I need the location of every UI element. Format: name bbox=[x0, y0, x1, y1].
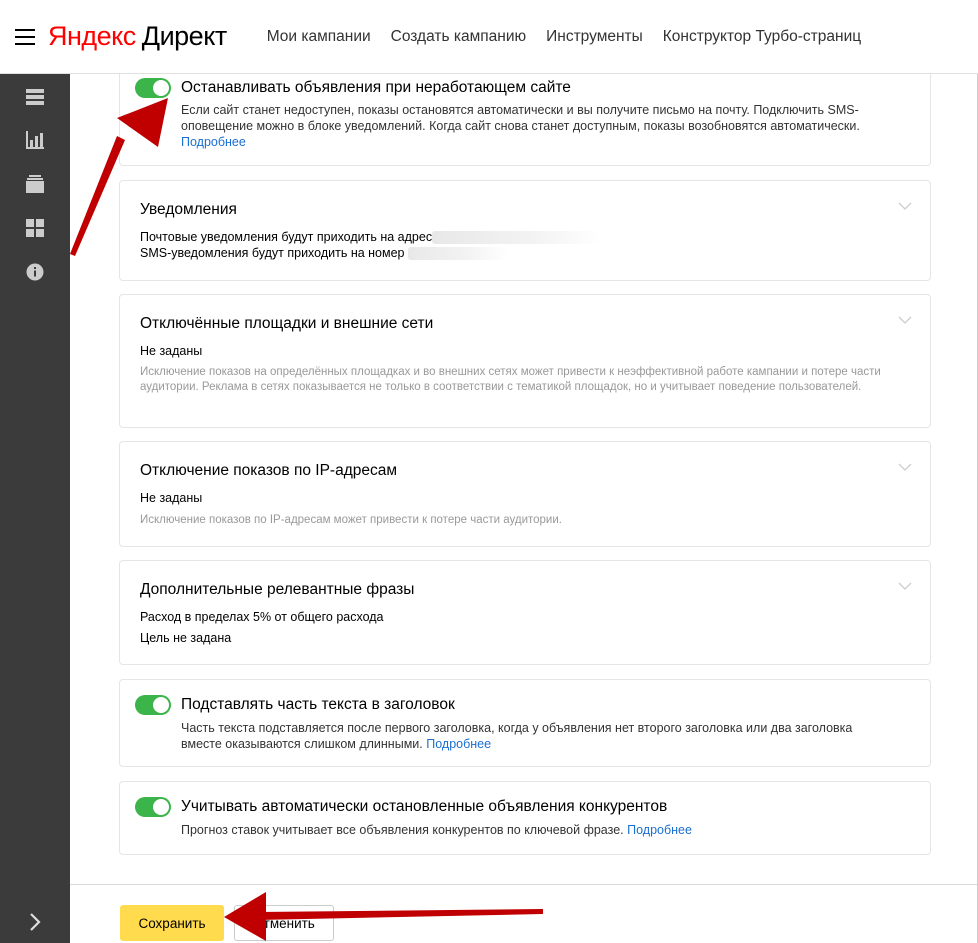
sidebar bbox=[0, 74, 70, 943]
notifications-sms-text: SMS-уведомления будут приходить на номер bbox=[140, 246, 405, 260]
nav-tools[interactable]: Инструменты bbox=[546, 28, 643, 46]
notifications-sms: SMS-уведомления будут приходить на номер bbox=[140, 245, 508, 261]
chevron-down-icon[interactable] bbox=[898, 463, 912, 472]
logo-yandex: Яндекс bbox=[48, 21, 136, 51]
extra-phrases-card[interactable]: Дополнительные релевантные фразы Расход … bbox=[119, 560, 931, 665]
substitute-text-card: Подставлять часть текста в заголовок Час… bbox=[119, 679, 931, 767]
top-header: Яндекс Директ Мои кампании Создать кампа… bbox=[0, 0, 978, 74]
competitors-desc-text: Прогноз ставок учитывает все объявления … bbox=[181, 823, 624, 837]
stop-ads-toggle[interactable] bbox=[135, 78, 171, 98]
competitors-more-link[interactable]: Подробнее bbox=[627, 823, 692, 837]
competitors-desc: Прогноз ставок учитывает все объявления … bbox=[181, 822, 890, 838]
nav-turbo-builder[interactable]: Конструктор Турбо-страниц bbox=[663, 28, 861, 46]
chevron-down-icon[interactable] bbox=[898, 202, 912, 211]
substitute-text-toggle[interactable] bbox=[135, 695, 171, 715]
chevron-down-icon[interactable] bbox=[898, 316, 912, 325]
ip-block-card[interactable]: Отключение показов по IP-адресам Не зада… bbox=[119, 441, 931, 547]
info-icon[interactable] bbox=[26, 263, 44, 281]
stop-ads-card: Останавливать объявления при неработающе… bbox=[119, 74, 931, 166]
extra-phrases-budget: Расход в пределах 5% от общего расхода bbox=[140, 610, 384, 624]
cancel-button[interactable]: Отменить bbox=[234, 905, 334, 941]
top-nav: Мои кампании Создать кампанию Инструмент… bbox=[267, 28, 881, 46]
disabled-sites-card[interactable]: Отключённые площадки и внешние сети Не з… bbox=[119, 294, 931, 428]
nav-create-campaign[interactable]: Создать кампанию bbox=[391, 28, 526, 46]
logo-direct: Директ bbox=[141, 21, 227, 51]
notifications-title: Уведомления bbox=[140, 201, 237, 218]
notifications-card[interactable]: Уведомления Почтовые уведомления будут п… bbox=[119, 180, 931, 281]
chevron-down-icon[interactable] bbox=[898, 582, 912, 591]
save-button[interactable]: Сохранить bbox=[120, 905, 224, 941]
ip-block-value: Не заданы bbox=[140, 491, 203, 505]
disabled-sites-title: Отключённые площадки и внешние сети bbox=[140, 315, 434, 332]
competitors-card: Учитывать автоматически остановленные об… bbox=[119, 781, 931, 855]
menu-icon[interactable] bbox=[15, 28, 35, 45]
notifications-email-text: Почтовые уведомления будут приходить на … bbox=[140, 230, 433, 244]
stop-ads-title: Останавливать объявления при неработающе… bbox=[181, 79, 571, 96]
list-icon[interactable] bbox=[26, 88, 44, 106]
chevron-right-icon[interactable] bbox=[27, 912, 43, 932]
stop-ads-desc-text: Если сайт станет недоступен, показы оста… bbox=[181, 103, 860, 134]
stack-icon[interactable] bbox=[26, 175, 44, 193]
stop-ads-desc: Если сайт станет недоступен, показы оста… bbox=[181, 102, 890, 151]
stop-ads-more-link[interactable]: Подробнее bbox=[181, 135, 246, 149]
competitors-title: Учитывать автоматически остановленные об… bbox=[181, 798, 668, 815]
substitute-text-more-link[interactable]: Подробнее bbox=[426, 737, 491, 751]
redacted-email bbox=[432, 231, 603, 245]
redacted-phone bbox=[408, 247, 508, 261]
logo[interactable]: Яндекс Директ bbox=[48, 21, 227, 52]
ip-block-hint: Исключение показов по IP-адресам может п… bbox=[140, 514, 562, 526]
notifications-email: Почтовые уведомления будут приходить на … bbox=[140, 229, 603, 245]
disabled-sites-hint: Исключение показов на определённых площа… bbox=[140, 366, 881, 393]
grid-icon[interactable] bbox=[26, 219, 44, 237]
substitute-text-desc-text: Часть текста подставляется после первого… bbox=[181, 721, 853, 752]
extra-phrases-title: Дополнительные релевантные фразы bbox=[140, 581, 415, 598]
competitors-toggle[interactable] bbox=[135, 797, 171, 817]
extra-phrases-goal: Цель не задана bbox=[140, 631, 232, 645]
bar-chart-icon[interactable] bbox=[26, 131, 44, 149]
campaign-settings: Останавливать объявления при неработающе… bbox=[70, 74, 978, 943]
nav-my-campaigns[interactable]: Мои кампании bbox=[267, 28, 371, 46]
disabled-sites-value: Не заданы bbox=[140, 344, 203, 358]
ip-block-title: Отключение показов по IP-адресам bbox=[140, 462, 398, 479]
substitute-text-title: Подставлять часть текста в заголовок bbox=[181, 696, 455, 713]
substitute-text-desc: Часть текста подставляется после первого… bbox=[181, 720, 890, 752]
form-footer: Сохранить Отменить bbox=[70, 884, 977, 943]
